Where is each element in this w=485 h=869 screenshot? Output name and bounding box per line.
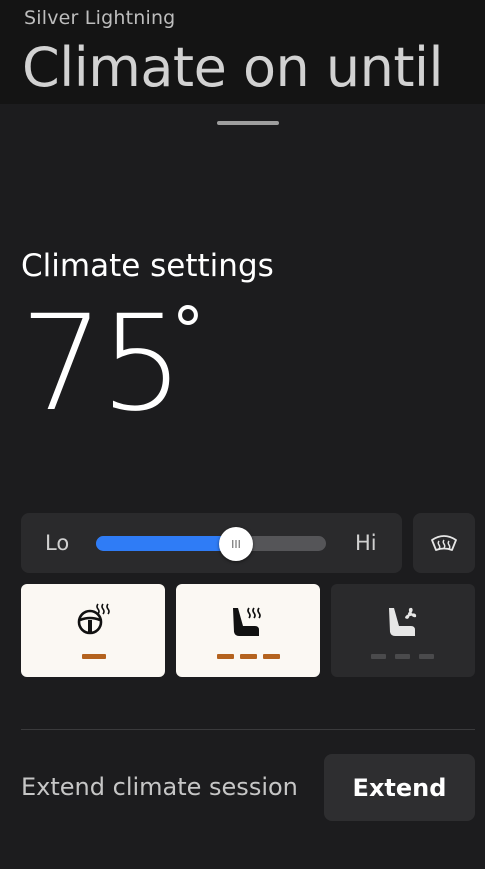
- seat-heat-level-bars: [217, 654, 280, 659]
- ventilated-seat-button[interactable]: [331, 584, 475, 677]
- ventilated-seat-icon: [389, 607, 417, 636]
- fan-speed-slider-fill: [96, 536, 237, 551]
- heat-level-bar: [217, 654, 234, 659]
- rear-defrost-button[interactable]: [413, 513, 475, 573]
- rear-defrost-icon: [431, 535, 457, 551]
- top-header: Silver Lightning Climate on until: [0, 0, 485, 104]
- heated-seat-icon: [233, 607, 261, 636]
- heat-level-bar: [263, 654, 280, 659]
- heated-steering-wheel-button[interactable]: [21, 584, 165, 677]
- degree-symbol: °: [172, 295, 204, 369]
- fan-lo-label: Lo: [45, 531, 70, 555]
- heated-seat-button[interactable]: [176, 584, 320, 677]
- extend-button[interactable]: Extend: [324, 754, 475, 821]
- vent-level-bar: [419, 654, 434, 659]
- steering-heat-level-bars: [82, 654, 106, 659]
- fan-speed-slider-track[interactable]: [96, 536, 326, 551]
- header-title: Climate on until: [22, 36, 444, 99]
- vent-level-bar: [395, 654, 410, 659]
- climate-settings-title: Climate settings: [21, 248, 274, 284]
- heat-level-bar: [240, 654, 257, 659]
- grip-icon: [232, 540, 241, 548]
- heat-level-bar: [82, 654, 106, 659]
- seat-vent-level-bars: [371, 654, 434, 659]
- extend-session-label: Extend climate session: [21, 773, 298, 801]
- heated-steering-wheel-icon: [77, 603, 110, 635]
- fan-speed-panel: Lo Hi: [21, 513, 402, 573]
- drag-handle[interactable]: [217, 121, 279, 125]
- divider: [21, 729, 475, 730]
- temperature-value[interactable]: 75: [20, 298, 184, 430]
- fan-hi-label: Hi: [355, 531, 377, 555]
- fan-speed-slider-thumb[interactable]: [219, 527, 254, 561]
- vehicle-name: Silver Lightning: [24, 7, 176, 29]
- vent-level-bar: [371, 654, 386, 659]
